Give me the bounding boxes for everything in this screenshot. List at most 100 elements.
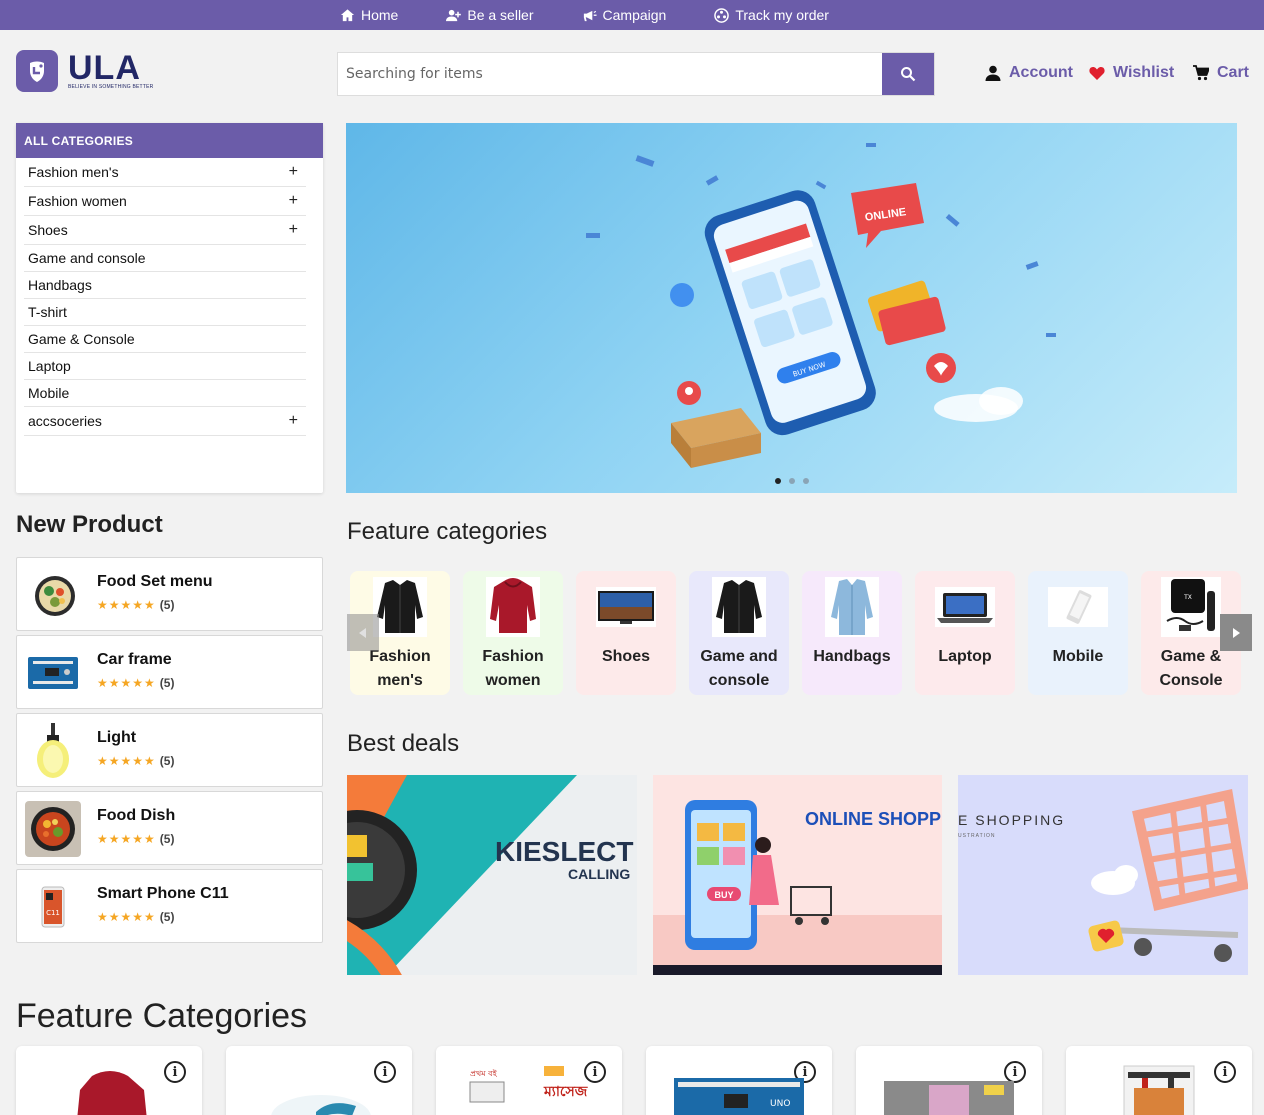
product-thumbnail bbox=[25, 645, 81, 701]
category-card-game-and-console[interactable]: Game and console bbox=[689, 571, 789, 695]
cart-icon bbox=[1193, 65, 1209, 81]
banner-dot-3[interactable] bbox=[802, 478, 809, 484]
star-icons: ★★★★★ bbox=[97, 910, 156, 924]
banner-dot-2[interactable] bbox=[788, 478, 795, 484]
sidebar-item-game-and-console[interactable]: Game and console bbox=[24, 245, 306, 272]
search-input[interactable] bbox=[338, 53, 882, 95]
category-image: TX bbox=[1161, 577, 1221, 637]
sidebar-item-t-shirt[interactable]: T-shirt bbox=[24, 299, 306, 326]
cart-label: Cart bbox=[1217, 64, 1250, 81]
sidebar-item-fashion-mens[interactable]: Fashion men's + bbox=[24, 158, 306, 187]
category-sidebar: ALL CATEGORIES Fashion men's + Fashion wo… bbox=[16, 123, 323, 493]
svg-text:C11: C11 bbox=[46, 909, 60, 917]
account-label: Account bbox=[1009, 64, 1073, 81]
expand-icon[interactable]: + bbox=[289, 163, 298, 181]
category-card-shoes[interactable]: Shoes bbox=[576, 571, 676, 695]
info-icon[interactable]: i bbox=[1004, 1061, 1026, 1083]
product-card[interactable]: Food Dish ★★★★★ (5) bbox=[16, 791, 323, 865]
product-rating: ★★★★★ (5) bbox=[97, 910, 174, 924]
logo-mark-icon bbox=[16, 50, 58, 92]
product-name[interactable]: Food Set menu bbox=[97, 573, 213, 591]
feature-card[interactable]: i UNO bbox=[646, 1046, 832, 1115]
product-name[interactable]: Light bbox=[97, 729, 136, 747]
feature-card[interactable]: i bbox=[1066, 1046, 1252, 1115]
category-card-laptop[interactable]: Laptop bbox=[915, 571, 1015, 695]
category-image bbox=[822, 577, 882, 637]
banner-dot-1[interactable] bbox=[774, 478, 781, 484]
category-image bbox=[935, 577, 995, 637]
feature-card[interactable]: i bbox=[226, 1046, 412, 1115]
top-nav: Home Be a seller Campaign Track my order bbox=[340, 0, 877, 30]
logo[interactable]: ULA BELIEVE IN SOMETHING BETTER bbox=[16, 50, 153, 92]
star-icons: ★★★★★ bbox=[97, 754, 156, 768]
search-button[interactable] bbox=[882, 53, 934, 95]
nav-be-a-seller[interactable]: Be a seller bbox=[446, 7, 534, 23]
product-thumbnail: C11 bbox=[25, 879, 81, 935]
carousel-next-button[interactable] bbox=[1220, 614, 1252, 651]
account-link[interactable]: Account bbox=[985, 64, 1073, 82]
caret-right-icon bbox=[1233, 627, 1240, 638]
expand-icon[interactable]: + bbox=[289, 221, 298, 239]
banner-pagination bbox=[346, 478, 1237, 484]
track-icon bbox=[714, 7, 730, 23]
product-card[interactable]: Food Set menu ★★★★★ (5) bbox=[16, 557, 323, 631]
feature-card-text: প্রথম বই bbox=[470, 1069, 498, 1078]
feature-card[interactable]: i bbox=[856, 1046, 1042, 1115]
category-image bbox=[370, 577, 430, 637]
nav-home[interactable]: Home bbox=[340, 7, 398, 23]
rating-count: (5) bbox=[159, 598, 175, 612]
nav-campaign[interactable]: Campaign bbox=[582, 7, 667, 23]
product-rating: ★★★★★ (5) bbox=[97, 754, 174, 768]
category-image bbox=[1048, 577, 1108, 637]
sidebar-item-laptop[interactable]: Laptop bbox=[24, 353, 306, 380]
info-icon[interactable]: i bbox=[164, 1061, 186, 1083]
category-image bbox=[596, 577, 656, 637]
sidebar-item-label: T-shirt bbox=[28, 304, 67, 320]
product-card[interactable]: Car frame ★★★★★ (5) bbox=[16, 635, 323, 709]
sidebar-item-shoes[interactable]: Shoes + bbox=[24, 216, 306, 245]
product-rating: ★★★★★ (5) bbox=[97, 676, 174, 690]
category-card-handbags[interactable]: Handbags bbox=[802, 571, 902, 695]
feature-card[interactable]: i bbox=[16, 1046, 202, 1115]
deal-banner-e-shopping[interactable]: E SHOPPING USTRATION bbox=[958, 775, 1248, 975]
expand-icon[interactable]: + bbox=[289, 412, 298, 430]
product-name[interactable]: Car frame bbox=[97, 651, 172, 669]
wishlist-link[interactable]: Wishlist bbox=[1089, 64, 1174, 82]
category-card-fashion-women[interactable]: Fashion women bbox=[463, 571, 563, 695]
info-icon[interactable]: i bbox=[1214, 1061, 1236, 1083]
category-label: Mobile bbox=[1052, 648, 1104, 665]
sidebar-item-accsoceries[interactable]: accsoceries + bbox=[24, 407, 306, 436]
svg-text:TX: TX bbox=[1183, 594, 1192, 601]
product-name[interactable]: Food Dish bbox=[97, 807, 175, 825]
deal-banner-kieslect[interactable]: KIESLECT CALLING bbox=[347, 775, 637, 975]
info-icon[interactable]: i bbox=[374, 1061, 396, 1083]
cart-link[interactable]: Cart bbox=[1193, 64, 1249, 82]
product-card[interactable]: Light ★★★★★ (5) bbox=[16, 713, 323, 787]
deal-banner-online-shopping[interactable]: BUY ONLINE SHOPPING bbox=[653, 775, 942, 975]
sidebar-item-handbags[interactable]: Handbags bbox=[24, 272, 306, 299]
best-deals-title: Best deals bbox=[347, 730, 460, 757]
category-label: Game and console bbox=[700, 648, 778, 689]
category-card-mobile[interactable]: Mobile bbox=[1028, 571, 1128, 695]
megaphone-icon bbox=[583, 10, 597, 21]
sidebar-item-fashion-women[interactable]: Fashion women + bbox=[24, 187, 306, 216]
nav-campaign-label: Campaign bbox=[602, 7, 667, 23]
product-name[interactable]: Smart Phone C11 bbox=[97, 885, 229, 903]
category-label: Handbags bbox=[813, 648, 891, 665]
deal-image: E SHOPPING USTRATION bbox=[958, 788, 1248, 962]
nav-track-order[interactable]: Track my order bbox=[714, 7, 829, 23]
category-label: Laptop bbox=[938, 648, 992, 665]
expand-icon[interactable]: + bbox=[289, 192, 298, 210]
sidebar-item-mobile[interactable]: Mobile bbox=[24, 380, 306, 407]
nav-home-label: Home bbox=[361, 7, 399, 23]
feature-card-image bbox=[271, 1095, 371, 1115]
sidebar-item-game-console[interactable]: Game & Console bbox=[24, 326, 306, 353]
hero-banner[interactable]: BUY NOW ONLINE bbox=[346, 123, 1237, 493]
header: ULA BELIEVE IN SOMETHING BETTER Account … bbox=[0, 30, 1264, 118]
category-image bbox=[709, 577, 769, 637]
feature-card-image bbox=[1123, 1065, 1195, 1115]
carousel-prev-button[interactable] bbox=[347, 614, 379, 651]
top-bar: Home Be a seller Campaign Track my order bbox=[0, 0, 1264, 30]
product-card[interactable]: C11 Smart Phone C11 ★★★★★ (5) bbox=[16, 869, 323, 943]
feature-card[interactable]: i প্রথম বই ম্যাসেজ bbox=[436, 1046, 622, 1115]
